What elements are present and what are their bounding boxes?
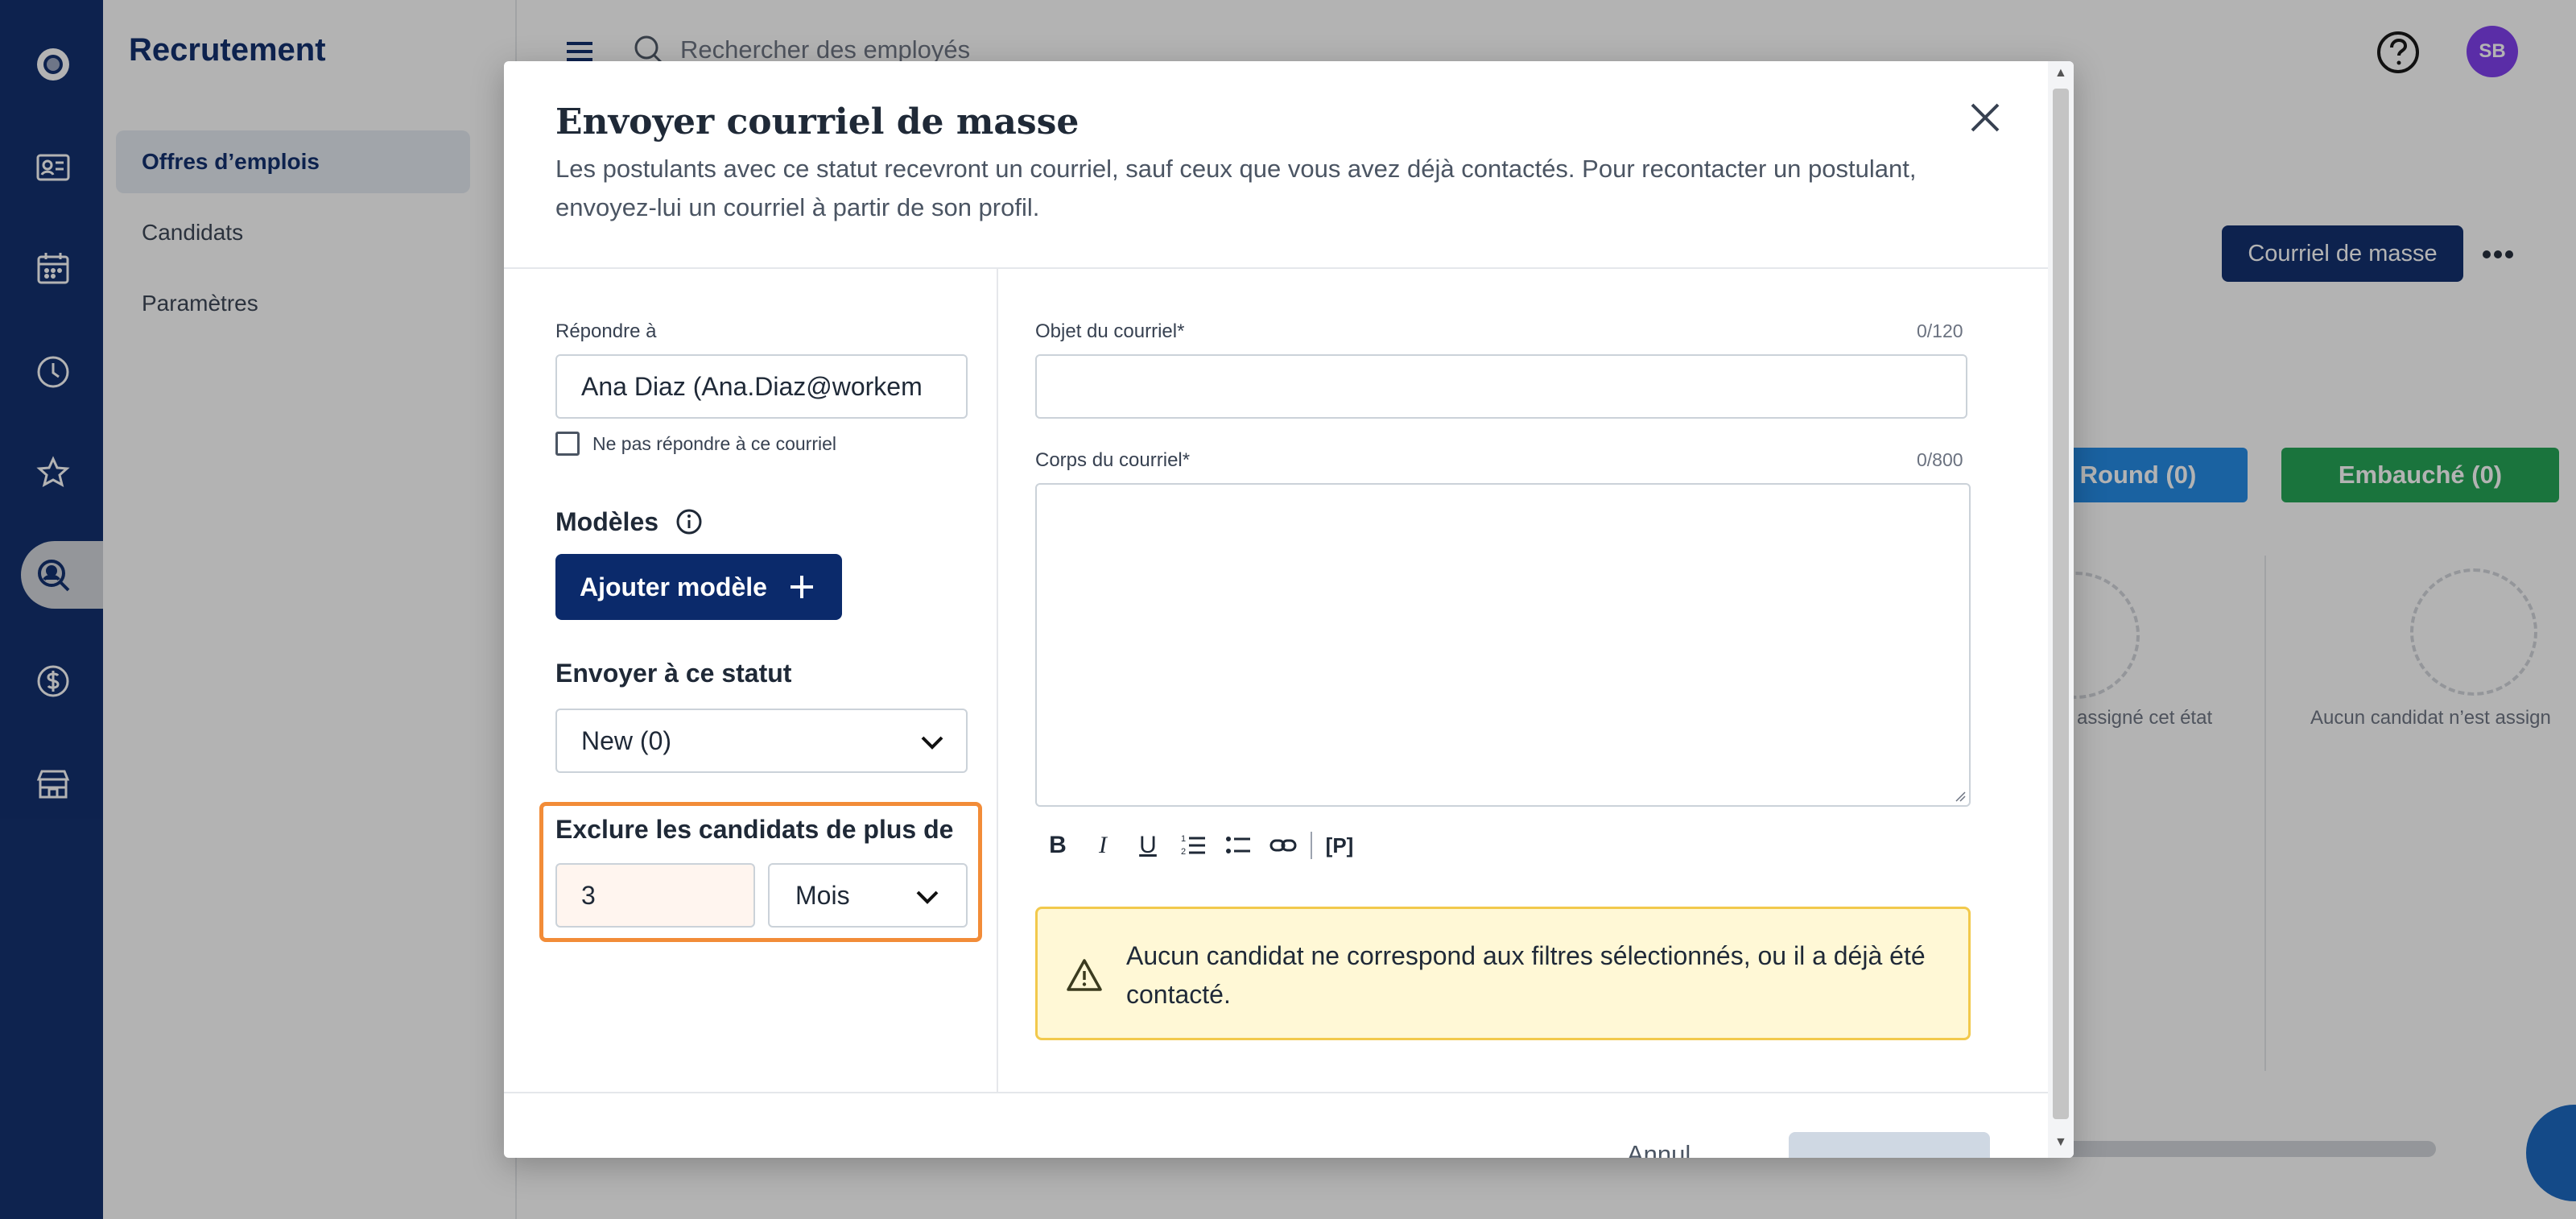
exclude-amount-value: 3	[581, 881, 596, 910]
text-format-toolbar: B I U 12 [P]	[1035, 826, 1362, 865]
toolbar-separator	[1311, 832, 1312, 859]
reply-to-label: Répondre à	[555, 320, 657, 342]
italic-button[interactable]: I	[1080, 826, 1125, 865]
scroll-up-arrow-icon[interactable]: ▲	[2054, 66, 2067, 81]
exclude-unit-select[interactable]: Mois	[768, 863, 968, 928]
body-label: Corps du courriel*	[1035, 449, 1191, 471]
body-textarea[interactable]	[1035, 483, 1971, 807]
chevron-down-icon	[916, 890, 939, 904]
no-reply-label: Ne pas répondre à ce courriel	[592, 433, 836, 454]
mass-email-modal: Envoyer courriel de masse Les postulants…	[504, 61, 2074, 1158]
exclude-label: Exclure les candidats de plus de	[555, 815, 954, 844]
modal-scrollbar[interactable]: ▲ ▼	[2048, 61, 2074, 1158]
cancel-button[interactable]: Annul	[1627, 1140, 1690, 1158]
close-icon[interactable]	[1961, 93, 2009, 142]
info-icon[interactable]	[675, 507, 704, 536]
link-icon	[1269, 839, 1297, 852]
svg-text:1: 1	[1181, 834, 1186, 844]
ordered-list-icon: 12	[1181, 834, 1205, 857]
modal-title: Envoyer courriel de masse	[555, 101, 1080, 143]
chevron-down-icon	[921, 736, 943, 750]
send-status-label: Envoyer à ce statut	[555, 659, 792, 688]
underline-button[interactable]: U	[1125, 826, 1170, 865]
bullet-list-button[interactable]	[1216, 826, 1261, 865]
scrollbar-thumb[interactable]	[2053, 89, 2069, 1119]
warning-alert: Aucun candidat ne correspond aux filtres…	[1035, 907, 1971, 1040]
scroll-down-arrow-icon[interactable]: ▼	[2054, 1135, 2067, 1150]
reply-to-value: Ana Diaz (Ana.Diaz@workem	[581, 372, 923, 401]
plus-icon	[791, 576, 813, 598]
subject-input[interactable]	[1035, 354, 1967, 419]
warning-text: Aucun candidat ne correspond aux filtres…	[1126, 941, 1926, 1009]
subject-label: Objet du courriel*	[1035, 320, 1185, 342]
ordered-list-button[interactable]: 12	[1170, 826, 1216, 865]
add-template-label: Ajouter modèle	[580, 572, 767, 601]
no-reply-checkbox[interactable]	[555, 432, 580, 456]
column-divider	[997, 269, 998, 1092]
reply-to-field[interactable]: Ana Diaz (Ana.Diaz@workem	[555, 354, 968, 419]
header-divider	[504, 267, 2048, 269]
send-button[interactable]	[1789, 1132, 1990, 1158]
bold-button[interactable]: B	[1035, 826, 1080, 865]
resize-handle-icon[interactable]	[1953, 789, 1966, 802]
subject-counter: 0/120	[1917, 320, 1963, 341]
add-template-button[interactable]: Ajouter modèle	[555, 554, 842, 620]
footer-divider	[504, 1092, 2048, 1093]
svg-text:2: 2	[1181, 847, 1186, 857]
warning-icon	[1067, 959, 1102, 991]
link-button[interactable]	[1261, 826, 1306, 865]
send-status-select[interactable]: New (0)	[555, 709, 968, 773]
placeholder-button[interactable]: [P]	[1317, 826, 1362, 865]
send-status-value: New (0)	[581, 726, 672, 755]
exclude-amount-input[interactable]: 3	[555, 863, 755, 928]
bullet-list-icon	[1226, 837, 1250, 853]
body-counter: 0/800	[1917, 449, 1963, 470]
exclude-unit-value: Mois	[795, 881, 850, 910]
templates-label: Modèles	[555, 507, 659, 536]
modal-description: Les postulants avec ce statut recevront …	[555, 155, 1917, 221]
